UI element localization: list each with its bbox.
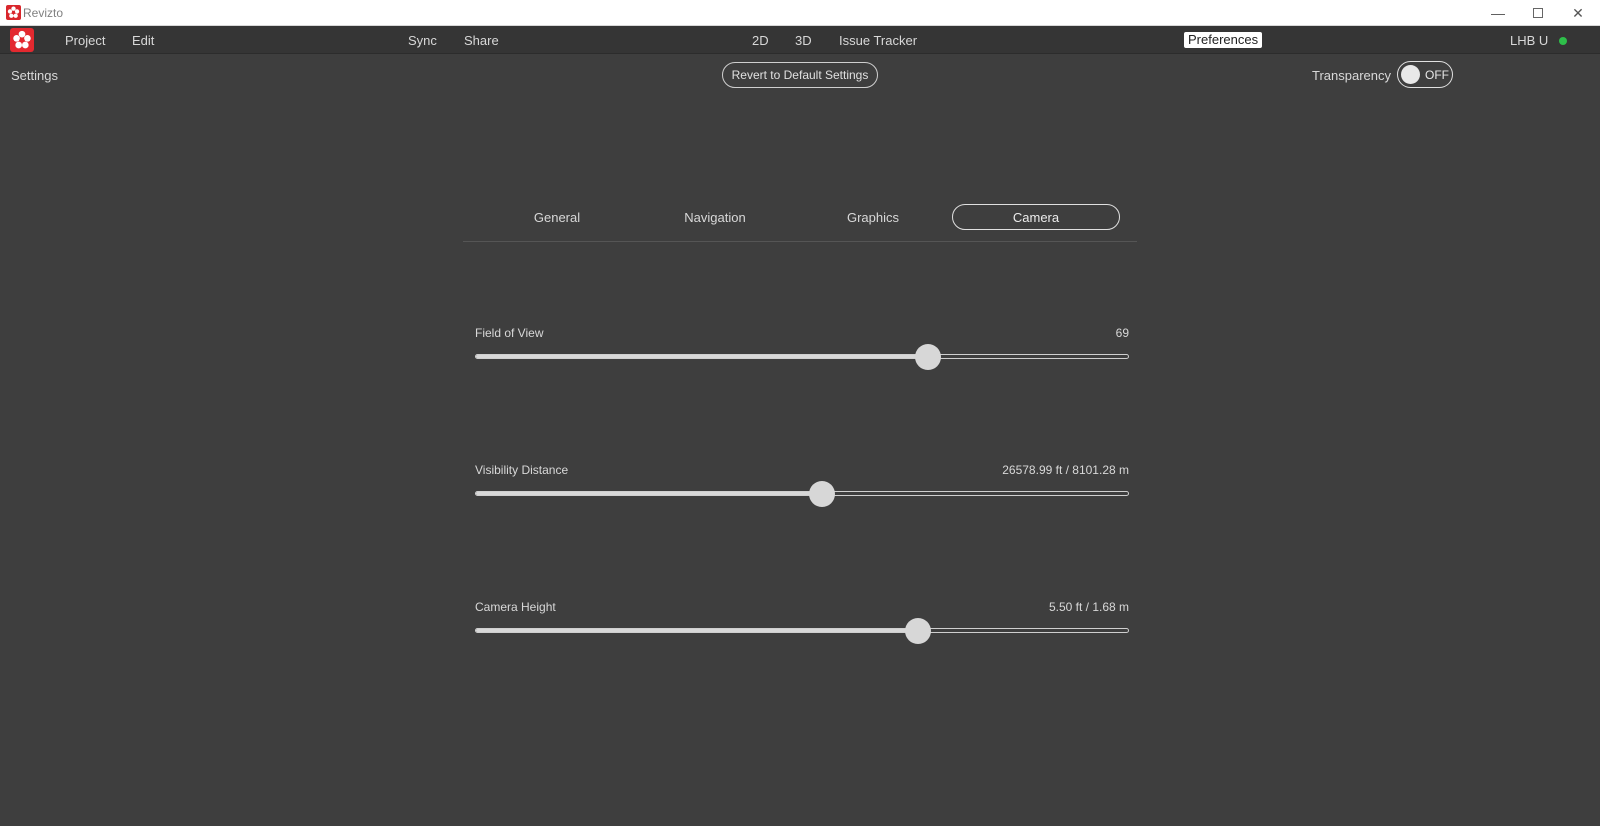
maximize-button[interactable]: [1518, 0, 1558, 26]
window-titlebar: Revizto — ✕: [0, 0, 1600, 26]
revizto-logo-icon[interactable]: [10, 28, 34, 52]
field-of-view-fill: [476, 355, 928, 358]
app-window: Project Edit Sync Share 2D 3D Issue Trac…: [0, 26, 1600, 830]
menubar: Project Edit Sync Share 2D 3D Issue Trac…: [0, 26, 1600, 54]
revizto-app-icon: [6, 5, 21, 20]
minimize-button[interactable]: —: [1478, 0, 1518, 26]
transparency-label: Transparency: [1312, 68, 1391, 83]
tab-navigation[interactable]: Navigation: [631, 204, 799, 230]
camera-height-thumb[interactable]: [904, 618, 931, 644]
toggle-knob: [1401, 65, 1420, 84]
menu-issue-tracker[interactable]: Issue Tracker: [839, 33, 917, 48]
visibility-distance-label: Visibility Distance: [475, 463, 569, 477]
settings-heading: Settings: [11, 68, 58, 83]
user-name[interactable]: LHB U: [1510, 33, 1548, 48]
preferences-button[interactable]: Preferences: [1184, 32, 1263, 48]
tab-camera[interactable]: Camera: [952, 204, 1120, 230]
close-icon: ✕: [1572, 4, 1584, 21]
tab-general[interactable]: General: [473, 204, 641, 230]
tab-graphics[interactable]: Graphics: [789, 204, 957, 230]
visibility-distance-track[interactable]: [475, 491, 1129, 496]
online-status-icon: [1559, 37, 1567, 45]
camera-height-fill: [476, 629, 918, 632]
field-of-view-track[interactable]: [475, 354, 1129, 359]
close-window-button[interactable]: ✕: [1558, 0, 1598, 26]
visibility-distance-value: 26578.99 ft / 8101.28 m: [1002, 463, 1129, 477]
camera-height-value: 5.50 ft / 1.68 m: [1048, 600, 1129, 614]
field-of-view-label: Field of View: [475, 326, 544, 340]
menu-3d[interactable]: 3D: [795, 33, 812, 48]
camera-height-label: Camera Height: [475, 600, 556, 614]
minimize-icon: —: [1491, 5, 1505, 21]
visibility-distance-thumb[interactable]: [808, 481, 835, 507]
camera-height-setting: Camera Height 5.50 ft / 1.68 m: [475, 600, 1129, 660]
visibility-distance-setting: Visibility Distance 26578.99 ft / 8101.2…: [475, 463, 1129, 523]
menu-edit[interactable]: Edit: [132, 33, 154, 48]
transparency-toggle[interactable]: OFF: [1397, 61, 1453, 88]
camera-height-track[interactable]: [475, 628, 1129, 633]
settings-tabs: General Navigation Graphics Camera: [463, 202, 1137, 242]
menu-sync[interactable]: Sync: [408, 33, 437, 48]
toggle-state-text: OFF: [1425, 68, 1449, 82]
menu-2d[interactable]: 2D: [752, 33, 769, 48]
field-of-view-thumb[interactable]: [915, 344, 942, 370]
field-of-view-value: 69: [1115, 326, 1129, 340]
visibility-distance-fill: [476, 492, 822, 495]
window-title: Revizto: [23, 6, 64, 20]
menu-project[interactable]: Project: [65, 33, 105, 48]
revert-default-settings-button[interactable]: Revert to Default Settings: [722, 62, 878, 88]
maximize-icon: [1533, 8, 1543, 18]
window-bottom-edge: [0, 826, 1600, 830]
menu-share[interactable]: Share: [464, 33, 499, 48]
field-of-view-setting: Field of View 69: [475, 326, 1129, 386]
